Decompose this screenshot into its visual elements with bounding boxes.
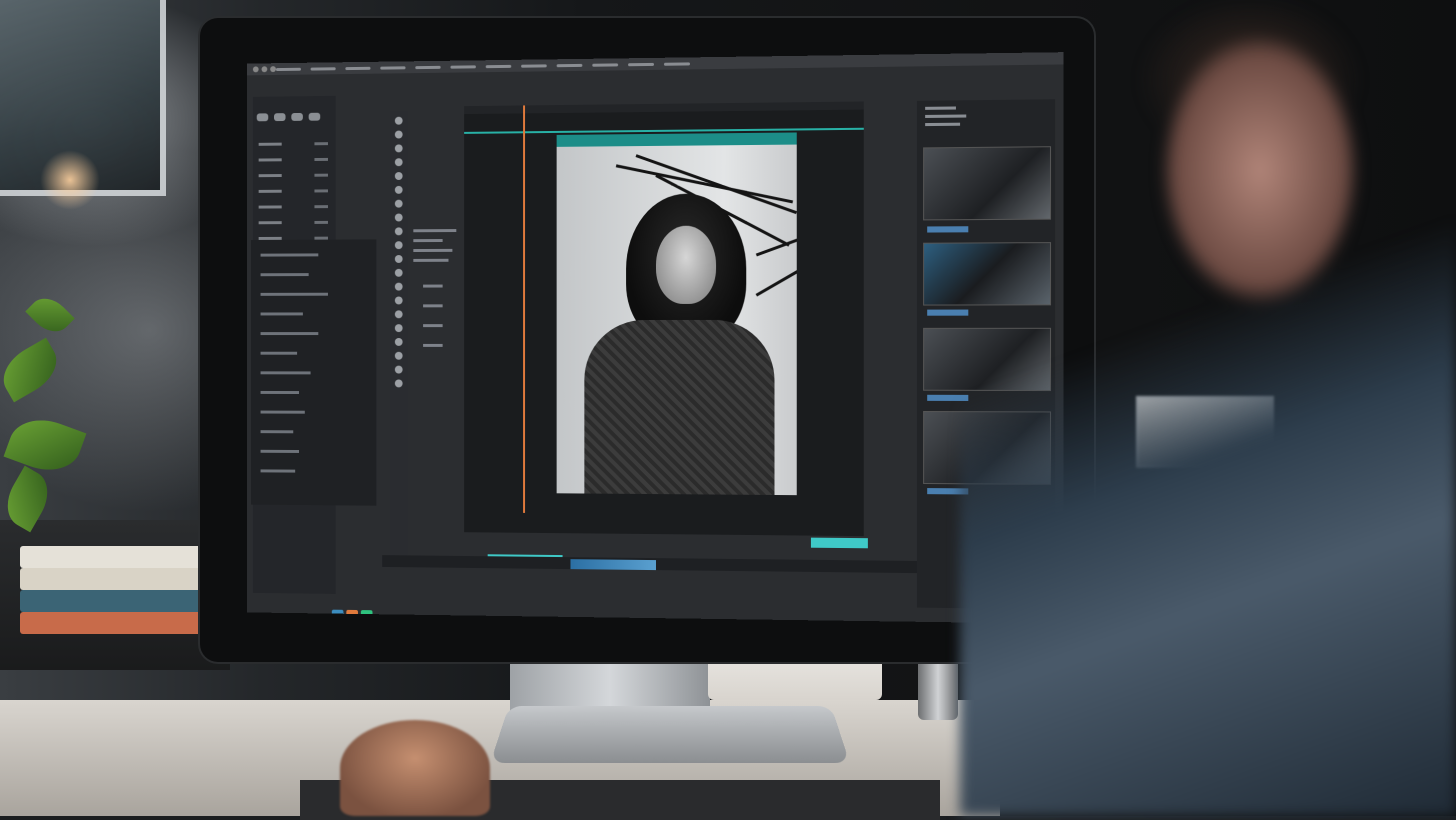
person-foreground	[960, 0, 1456, 816]
tool-icon	[394, 144, 403, 153]
tool-icon	[394, 351, 403, 360]
layers-panel	[250, 239, 377, 619]
editor-screen	[247, 52, 1064, 624]
tool-icon	[394, 185, 403, 194]
hand	[340, 720, 490, 816]
tool-icon	[394, 379, 403, 388]
panel-row[interactable]	[258, 139, 328, 148]
layer-item[interactable]	[260, 390, 300, 395]
timeline-clip[interactable]	[570, 559, 656, 571]
layer-item[interactable]	[260, 273, 309, 277]
tool-icon	[394, 116, 403, 125]
tool-icon	[394, 324, 403, 333]
layer-item[interactable]	[260, 430, 294, 434]
tool-options[interactable]	[256, 102, 332, 132]
tool-icon	[394, 227, 403, 236]
panel-text-line	[925, 106, 956, 110]
panel-row[interactable]	[258, 202, 328, 210]
tool-icon	[394, 255, 403, 263]
tool-icon	[394, 130, 403, 139]
panel-text-line	[925, 122, 961, 127]
layer-item[interactable]	[260, 449, 300, 453]
playhead[interactable]	[523, 105, 526, 513]
tool-icon	[394, 172, 403, 181]
monitor-stand-base	[490, 705, 850, 764]
tool-strip[interactable]	[389, 110, 408, 566]
layer-item[interactable]	[260, 332, 319, 336]
panel-row[interactable]	[258, 155, 328, 163]
panel-row[interactable]	[258, 218, 328, 226]
tool-icon	[394, 268, 403, 277]
tool-icon	[394, 199, 403, 208]
layer-item[interactable]	[260, 253, 319, 257]
book	[20, 546, 210, 568]
tool-icon	[394, 213, 403, 222]
book	[20, 612, 210, 634]
layer-item[interactable]	[260, 312, 303, 316]
tool-icon	[394, 241, 403, 250]
tool-icon	[394, 365, 403, 374]
book	[20, 590, 210, 612]
window-controls[interactable]	[252, 66, 276, 73]
lamp-glow	[40, 150, 100, 210]
selection-strip	[556, 132, 797, 147]
subject-sweater	[584, 319, 775, 496]
tool-icon	[394, 296, 403, 305]
color-swatches[interactable]	[331, 609, 373, 624]
layer-item[interactable]	[260, 469, 296, 473]
palm-leaf	[755, 263, 797, 297]
layer-item[interactable]	[260, 371, 311, 375]
tool-icon	[394, 282, 403, 291]
panel-row[interactable]	[258, 186, 328, 194]
color-swatch[interactable]	[346, 609, 358, 618]
layer-item[interactable]	[260, 410, 305, 414]
timeline-marker[interactable]	[810, 537, 868, 549]
portrait-photo[interactable]	[556, 132, 797, 496]
color-swatch[interactable]	[360, 610, 373, 619]
color-swatch[interactable]	[331, 609, 344, 618]
tool-icon	[394, 158, 403, 167]
timeline-track[interactable]	[382, 555, 942, 574]
layer-item[interactable]	[260, 351, 298, 355]
menu-bar	[247, 52, 1064, 76]
tool-icon	[394, 338, 403, 346]
tool-icon	[394, 310, 403, 319]
book	[20, 568, 210, 590]
subject-face	[655, 225, 717, 304]
layer-item[interactable]	[260, 292, 328, 296]
panel-row[interactable]	[258, 171, 328, 179]
